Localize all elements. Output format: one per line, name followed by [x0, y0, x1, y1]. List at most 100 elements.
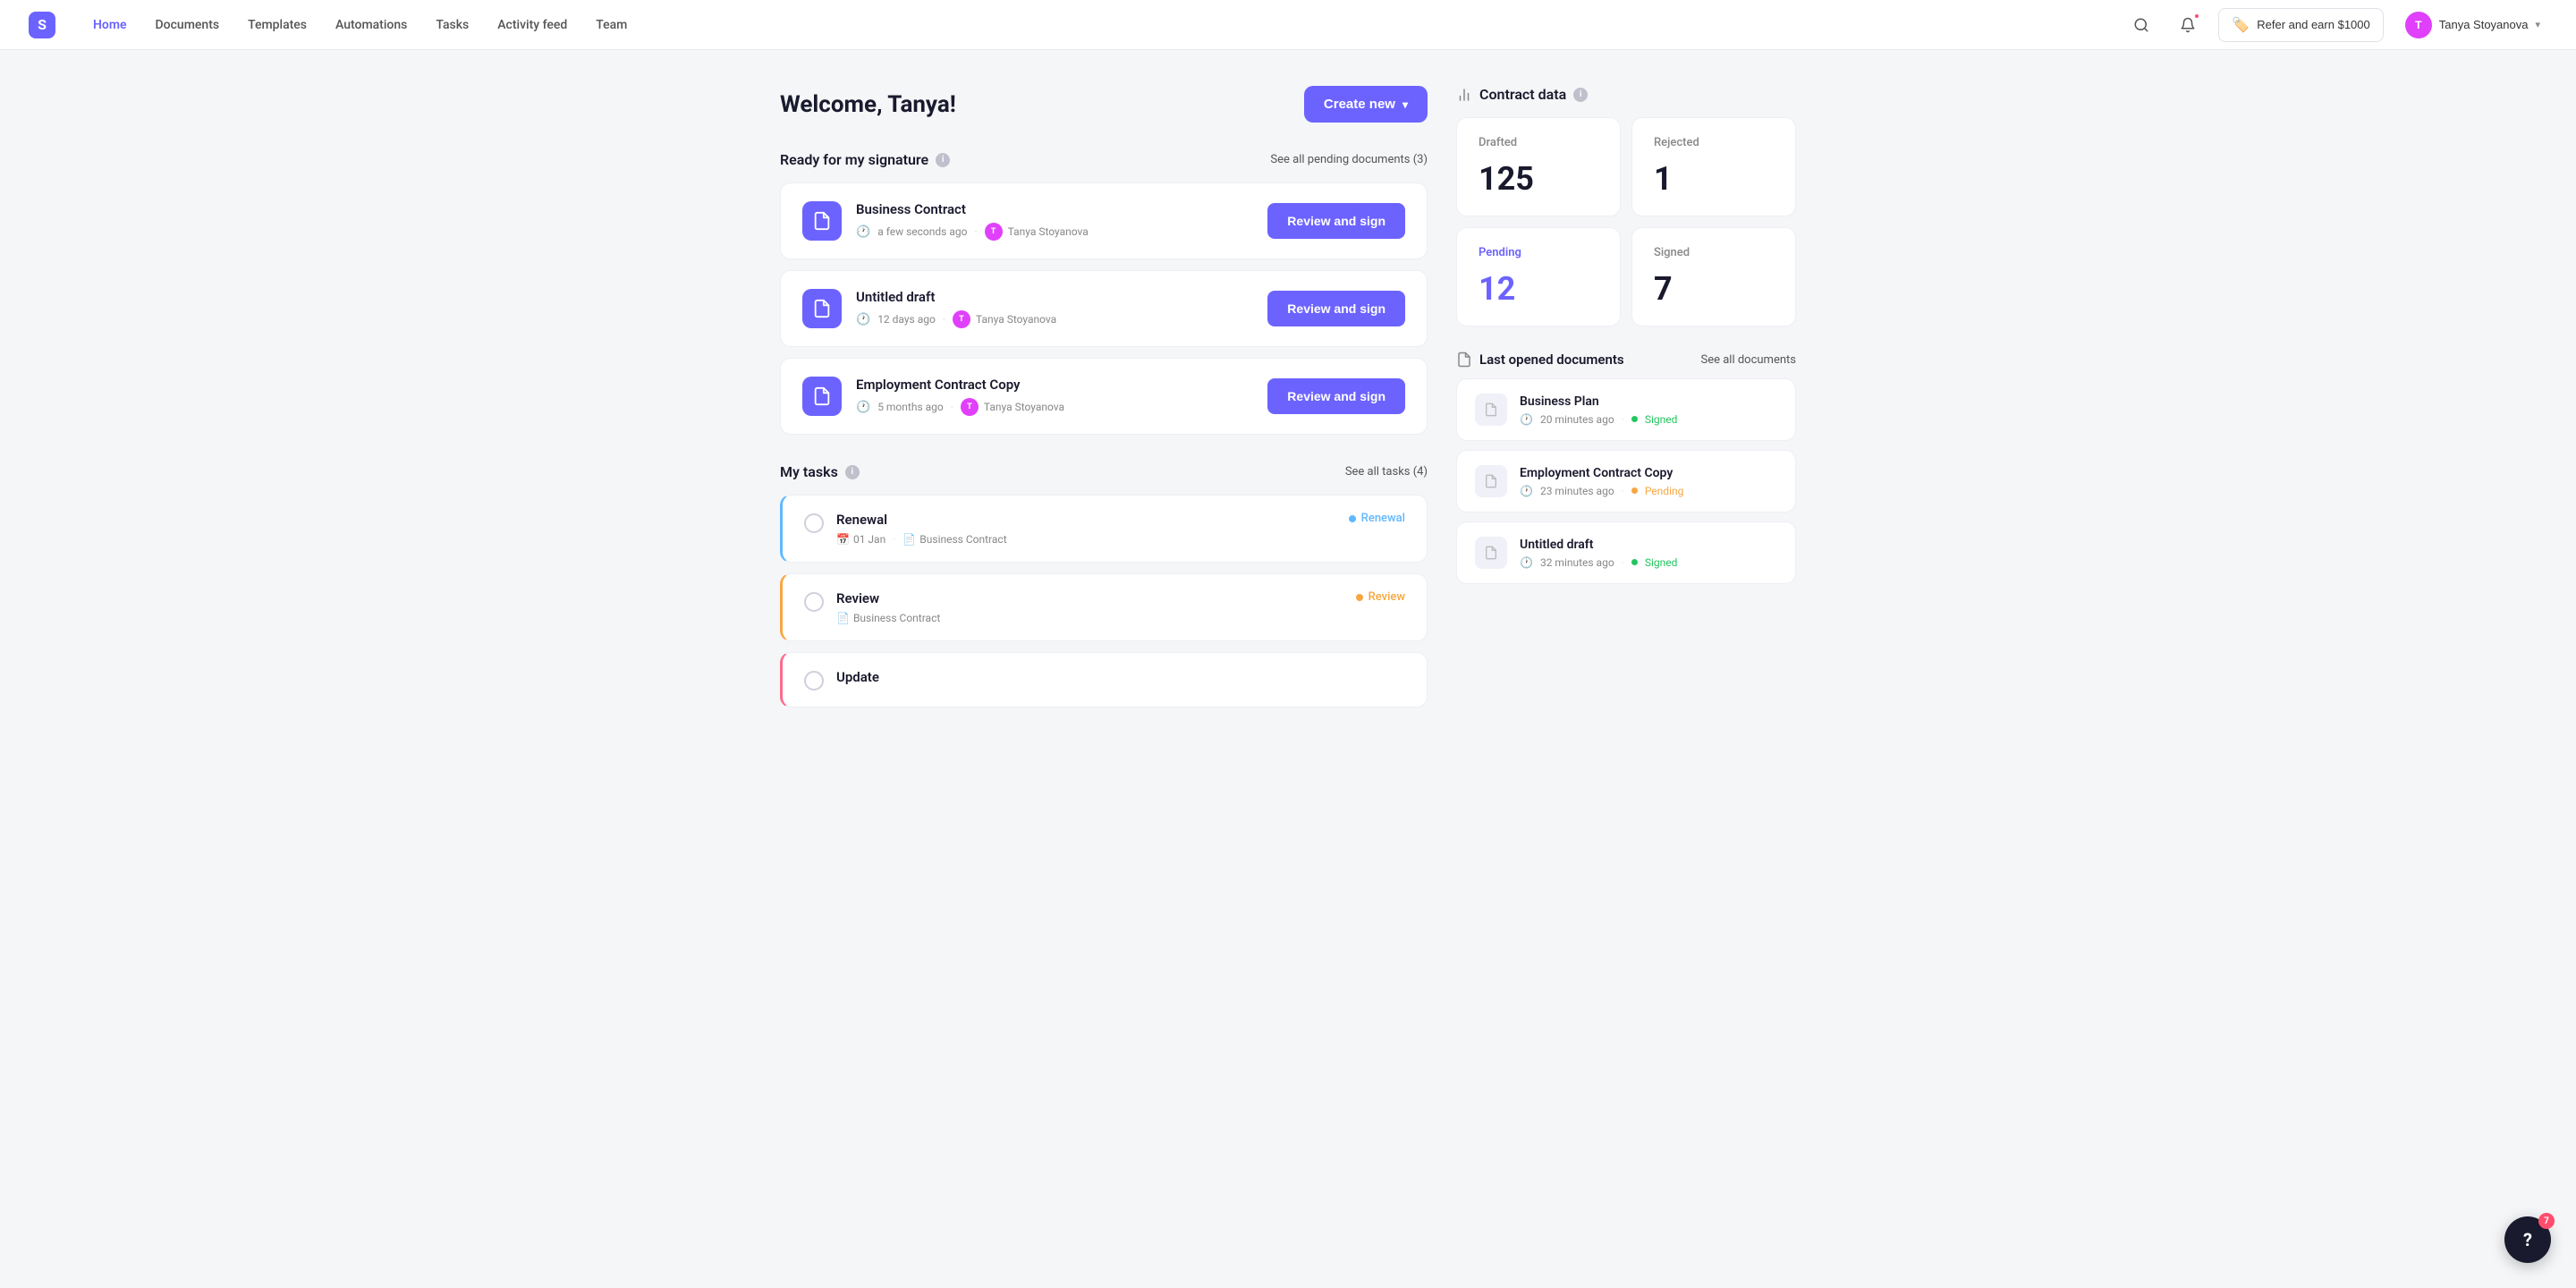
user-name: Tanya Stoyanova	[2439, 18, 2529, 31]
task-date: 📅 01 Jan	[836, 533, 886, 546]
owner-avatar: T	[961, 398, 979, 416]
doc-time: 12 days ago	[877, 313, 936, 326]
help-button[interactable]: 7 ?	[2504, 1216, 2551, 1263]
nav-automations[interactable]: Automations	[323, 11, 419, 39]
refer-label: Refer and earn $1000	[2257, 18, 2369, 31]
last-doc-info: Business Plan 🕐 20 minutes ago · Signed	[1520, 394, 1777, 426]
doc-owner: T Tanya Stoyanova	[961, 398, 1064, 416]
clock-icon: 🕐	[856, 225, 870, 239]
status-dot	[1631, 416, 1638, 422]
tasks-section-header: My tasks i See all tasks (4)	[780, 463, 1428, 480]
task-checkbox-renewal[interactable]	[804, 513, 824, 533]
refer-button[interactable]: 🏷️ Refer and earn $1000	[2218, 8, 2383, 42]
review-sign-button-2[interactable]: Review and sign	[1267, 291, 1405, 326]
see-all-documents-link[interactable]: See all documents	[1700, 353, 1796, 367]
stat-rejected-label: Rejected	[1654, 136, 1774, 149]
doc-owner: T Tanya Stoyanova	[953, 310, 1056, 328]
page-title: Welcome, Tanya!	[780, 91, 956, 118]
document-icon: 📄	[902, 533, 916, 546]
doc-name: Employment Contract Copy	[856, 377, 1253, 393]
doc-card-business-contract: Business Contract 🕐 a few seconds ago · …	[780, 182, 1428, 259]
badge-dot	[1356, 594, 1363, 601]
last-doc-time: 32 minutes ago	[1540, 556, 1614, 569]
owner-avatar: T	[953, 310, 970, 328]
nav-templates[interactable]: Templates	[235, 11, 319, 39]
last-doc-icon	[1475, 465, 1507, 497]
nav-documents[interactable]: Documents	[143, 11, 233, 39]
last-doc-name: Employment Contract Copy	[1520, 466, 1777, 480]
logo: S	[29, 12, 55, 38]
task-date-text: 01 Jan	[853, 533, 886, 546]
user-menu-button[interactable]: T Tanya Stoyanova ▾	[2398, 8, 2547, 42]
create-new-label: Create new	[1324, 97, 1395, 112]
chevron-down-icon: ▾	[1402, 98, 1408, 111]
doc-icon	[802, 377, 842, 416]
stat-pending: Pending 12	[1456, 227, 1621, 326]
chart-icon	[1456, 87, 1472, 103]
doc-icon	[802, 289, 842, 328]
last-doc-icon	[1475, 394, 1507, 426]
last-doc-icon	[1475, 537, 1507, 569]
task-badge-renewal: Renewal	[1349, 512, 1405, 525]
task-card-review: Review 📄 Business Contract Review	[780, 573, 1428, 641]
last-opened-title-text: Last opened documents	[1479, 352, 1624, 368]
contract-data-info-icon[interactable]: i	[1573, 88, 1588, 102]
last-doc-name: Business Plan	[1520, 394, 1777, 409]
avatar: T	[2405, 12, 2432, 38]
status-text: Signed	[1645, 413, 1678, 426]
task-content: Renewal 📅 01 Jan · 📄 Business Contract	[836, 512, 1336, 546]
last-opened-section: Last opened documents See all documents …	[1456, 352, 1796, 584]
left-column: Welcome, Tanya! Create new ▾ Ready for m…	[780, 86, 1428, 718]
chevron-down-icon: ▾	[2535, 19, 2540, 30]
task-doc: 📄 Business Contract	[902, 533, 1006, 546]
doc-name: Untitled draft	[856, 289, 1253, 305]
ready-info-icon[interactable]: i	[936, 153, 950, 167]
clock-icon: 🕐	[856, 313, 870, 326]
stat-drafted-label: Drafted	[1479, 136, 1598, 149]
task-checkbox-review[interactable]	[804, 592, 824, 612]
notifications-button[interactable]	[2172, 9, 2204, 41]
doc-meta: 🕐 5 months ago · T Tanya Stoyanova	[856, 398, 1253, 416]
doc-info: Employment Contract Copy 🕐 5 months ago …	[856, 377, 1253, 416]
document-icon	[1456, 352, 1472, 368]
nav-team[interactable]: Team	[583, 11, 640, 39]
task-content: Review 📄 Business Contract	[836, 590, 1343, 624]
stat-drafted: Drafted 125	[1456, 117, 1621, 216]
stat-signed-label: Signed	[1654, 246, 1774, 259]
status-dot	[1631, 487, 1638, 494]
doc-name: Business Contract	[856, 201, 1253, 217]
file-icon	[1484, 546, 1498, 560]
logo-text: S	[38, 16, 47, 33]
search-button[interactable]	[2125, 9, 2157, 41]
separator: ·	[943, 313, 945, 326]
notification-badge	[2193, 13, 2200, 20]
last-doc-employment-contract[interactable]: Employment Contract Copy 🕐 23 minutes ag…	[1456, 450, 1796, 513]
stat-signed-value: 7	[1654, 270, 1774, 308]
see-all-tasks-link[interactable]: See all tasks (4)	[1345, 465, 1428, 479]
task-doc: 📄 Business Contract	[836, 612, 940, 624]
create-new-button[interactable]: Create new ▾	[1304, 86, 1428, 123]
last-doc-untitled-draft[interactable]: Untitled draft 🕐 32 minutes ago · Signed	[1456, 521, 1796, 584]
doc-time: 5 months ago	[877, 401, 944, 413]
review-sign-button-3[interactable]: Review and sign	[1267, 378, 1405, 414]
last-doc-meta: 🕐 23 minutes ago · Pending	[1520, 485, 1777, 497]
last-doc-business-plan[interactable]: Business Plan 🕐 20 minutes ago · Signed	[1456, 378, 1796, 441]
page-header: Welcome, Tanya! Create new ▾	[780, 86, 1428, 123]
task-checkbox-update[interactable]	[804, 671, 824, 691]
task-meta: 📅 01 Jan · 📄 Business Contract	[836, 533, 1336, 546]
doc-icon	[802, 201, 842, 241]
status-text: Pending	[1645, 485, 1684, 497]
review-sign-button-1[interactable]: Review and sign	[1267, 203, 1405, 239]
last-doc-time: 23 minutes ago	[1540, 485, 1614, 497]
tag-icon: 🏷️	[2232, 16, 2250, 34]
see-all-pending-link[interactable]: See all pending documents (3)	[1270, 153, 1428, 166]
separator: ·	[974, 225, 977, 238]
nav-tasks[interactable]: Tasks	[423, 11, 481, 39]
nav-home[interactable]: Home	[80, 11, 140, 39]
stat-pending-value: 12	[1479, 270, 1598, 308]
nav-activity[interactable]: Activity feed	[485, 11, 580, 39]
help-icon: ?	[2523, 1229, 2532, 1250]
badge-label: Review	[1368, 590, 1405, 604]
calendar-icon: 📅	[836, 533, 850, 546]
tasks-info-icon[interactable]: i	[845, 465, 860, 479]
